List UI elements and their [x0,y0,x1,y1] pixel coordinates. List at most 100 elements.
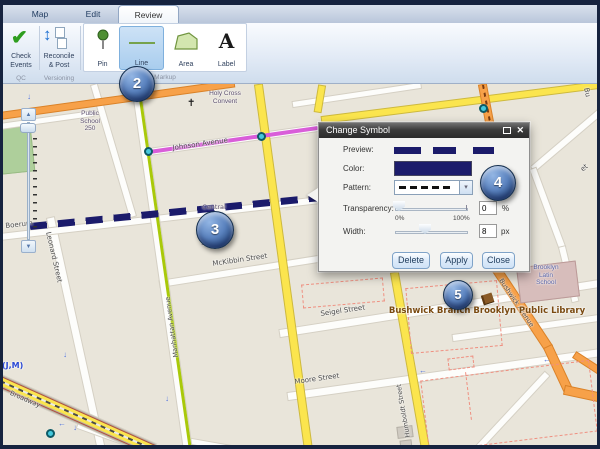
street-label-fragment: et [579,162,590,173]
label-a-icon: A [208,29,245,53]
oneway-arrow-icon: ↓ [165,394,169,403]
street [293,84,421,107]
width-label: Width: [343,227,366,236]
zoom-out-button[interactable]: ▼ [21,240,36,253]
oneway-arrow-icon: ↓ [63,350,67,359]
oneway-arrow-icon: ↓ [73,423,77,432]
street-manhattan [132,84,192,445]
close-button[interactable]: Close [482,252,515,269]
apply-button[interactable]: Apply [440,252,473,269]
transparency-unit: % [502,204,509,213]
pattern-sample [399,186,454,189]
zoom-in-button[interactable]: ▲ [21,108,36,121]
pin-label: Pin [87,61,118,68]
callout-badge-2: 2 [119,66,155,102]
pattern-dropdown[interactable]: ▾ [394,180,473,195]
callout-badge-3: 3 [196,211,234,249]
slider-end-tick [466,205,467,210]
reconcile-arrow-icon: ↕ [43,25,52,45]
oneway-arrow-icon: ← [543,355,551,364]
reconcile-post-button-line2[interactable]: & Post [39,62,79,69]
app-window: Map Edit Review ✔ Check Events QC ↕ Reco… [0,0,600,449]
street [322,84,597,122]
poi-line: Public [72,110,108,118]
width-input[interactable]: 8 [479,224,497,238]
boundary-dashed [301,277,385,308]
poi-latin-school: Brooklyn Latin School [524,264,568,287]
group-label-versioning: Versioning [33,75,85,82]
area-icon [173,31,199,51]
delete-button[interactable]: Delete [392,252,430,269]
label-label: Label [208,61,245,68]
width-slider-track[interactable] [395,231,468,234]
ribbon-tab-strip: Map Edit Review [3,5,597,23]
line-button[interactable]: Line [119,26,164,70]
vertex-dot[interactable] [46,429,55,438]
reconcile-post-button[interactable]: Reconcile [39,53,79,60]
check-events-button-line2[interactable]: Events [4,62,38,69]
tab-map[interactable]: Map [25,5,55,23]
transparency-min: 0% [395,215,404,222]
poi-line: Latin [524,272,568,280]
close-icon[interactable]: ✕ [516,125,524,136]
color-swatch[interactable] [394,161,472,176]
zoom-slider-thumb[interactable] [20,123,36,133]
vertex-dot[interactable] [479,104,488,113]
pin-icon [95,29,111,53]
group-divider [80,26,81,70]
poi-line: Convent [196,98,254,106]
oneway-arrow-icon: ← [58,419,66,428]
route-stripe [137,84,192,445]
label-button[interactable]: A Label [208,26,245,70]
street [530,168,565,249]
street-label-johnson: Johnson Avenue [172,136,228,152]
color-label: Color: [343,164,364,173]
church-cross-icon: ✝ [187,98,195,109]
vertex-dot[interactable] [257,132,266,141]
preview-label: Preview: [343,145,374,154]
oneway-arrow-icon: ↓ [27,92,31,101]
rail-edge [3,376,156,445]
poi-ps250: Public School 250 [72,110,108,133]
poi-line: School [72,118,108,126]
callout-badge-5: 5 [443,280,473,310]
poi-holy-cross: Holy Cross Convent [196,90,254,105]
vertex-dot[interactable] [144,147,153,156]
poi-library: Bushwick Branch Brooklyn Public Library [352,308,597,316]
oneway-arrow-icon: ← [419,366,427,375]
markup-panel: Pin Line Area A Label [83,23,247,72]
line-icon [129,42,155,44]
check-events-button[interactable]: Check [4,53,38,60]
document-icon [55,27,65,38]
preview-dash [473,147,494,154]
pin-button[interactable]: Pin [87,26,118,70]
area-button[interactable]: Area [165,26,207,70]
group-label-markup: Markup [83,74,247,81]
maximize-icon[interactable] [503,127,511,134]
zoom-slider-track[interactable] [27,122,30,240]
ribbon: ✔ Check Events QC ↕ Reconcile & Post Ver… [3,23,597,84]
callout-badge-4: 4 [480,165,516,201]
dialog-titlebar[interactable]: Change Symbol [319,123,529,138]
poi-line: 250 [72,125,108,133]
street [531,109,597,171]
transparency-input[interactable]: 0 [479,201,497,215]
dropdown-arrow-icon[interactable]: ▾ [459,181,472,194]
width-unit: px [501,227,509,236]
poi-line: School [524,279,568,287]
area-label: Area [165,61,207,68]
poi-line: Brooklyn [524,264,568,272]
dialog-callout-pointer [307,188,318,202]
pattern-label: Pattern: [343,183,371,192]
street-label-fragment: Bu [582,87,592,98]
tab-edit[interactable]: Edit [78,5,108,23]
poi-line: Holy Cross [196,90,254,98]
preview-dash [433,147,456,154]
tab-review[interactable]: Review [118,5,179,23]
check-icon: ✔ [11,25,28,50]
transparency-slider-track[interactable] [395,208,468,211]
zoom-slider-ticks [33,138,37,234]
preview-dash [394,147,421,154]
transparency-label: Transparency: [343,204,394,213]
subway-label: (J,M) [3,362,36,370]
